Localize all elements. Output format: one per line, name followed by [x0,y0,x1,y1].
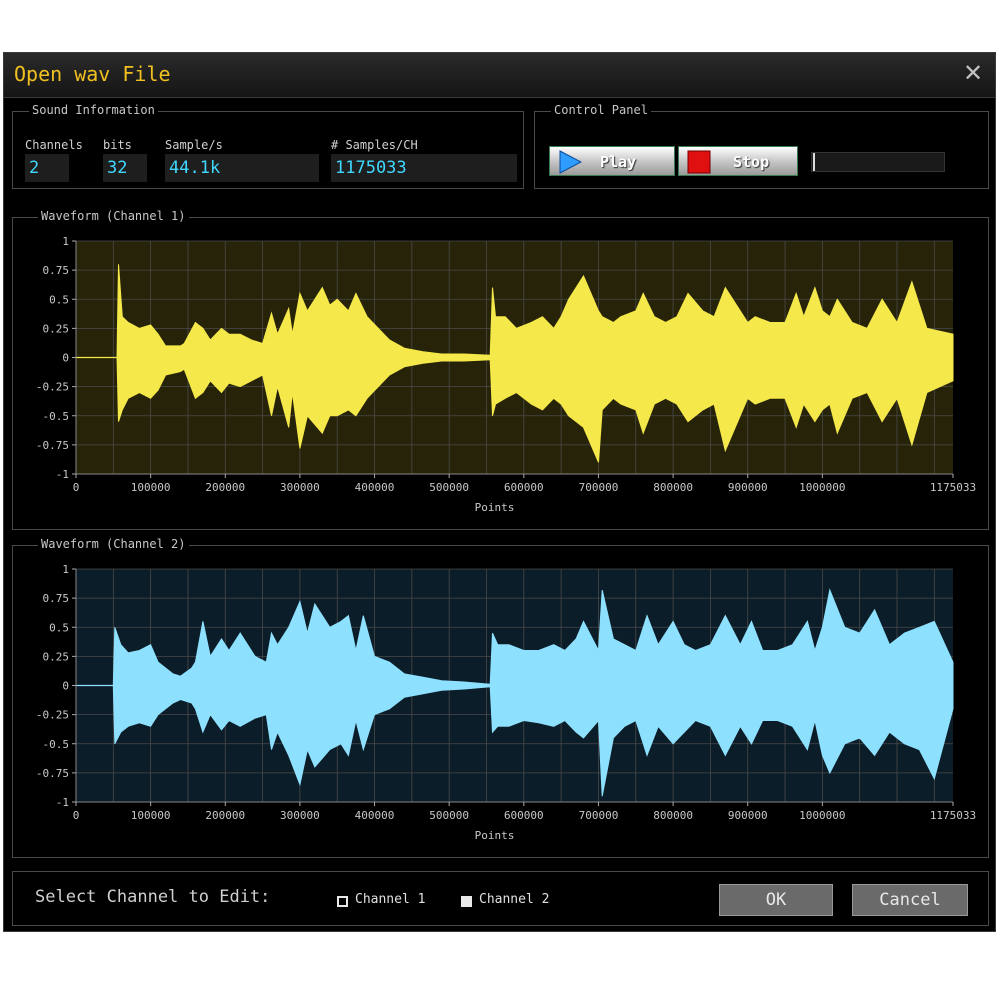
x-tick-label: 500000 [429,481,469,494]
footer-group: Select Channel to Edit: Channel 1 Channe… [12,871,989,926]
x-tick-label: 200000 [205,809,245,822]
y-tick-label: 1 [62,235,69,248]
waveform-channel-1-group: Waveform (Channel 1) 1 0.75 0.5 0.25 0 -0.25-… [12,209,989,530]
y-tick-label: -0.5 [43,738,70,751]
x-tick-label: 600000 [504,481,544,494]
x-tick-label: 900000 [728,481,768,494]
ok-button[interactable]: OK [719,884,833,916]
x-axis-label: Points [475,829,515,842]
x-tick-label: 400000 [355,809,395,822]
sample-rate-label: Sample/s [165,138,223,152]
y-tick-label: -0.25 [36,381,69,394]
x-tick-label: 100000 [131,481,171,494]
play-icon [559,150,582,174]
x-tick-label: 1000000 [799,481,845,494]
y-tick-label: 0.75 [43,264,70,277]
open-wav-dialog: Open wav File ✕ Sound Information Channe… [3,52,996,932]
x-tick-label: 700000 [579,481,619,494]
y-tick-label: 1 [62,563,69,576]
x-tick-label: 700000 [579,809,619,822]
channels-label: Channels [25,138,83,152]
samples-per-channel-field: 1175033 [331,154,517,182]
channel-2-label: Channel 2 [479,892,550,907]
sample-rate-field: 44.1k [165,154,319,182]
channel-2-checkbox[interactable] [461,896,472,907]
x-tick-label: 200000 [205,481,245,494]
x-tick-label: 1175033 [930,809,976,822]
title-bar[interactable]: Open wav File ✕ [4,53,995,98]
y-tick-label: 0.75 [43,592,70,605]
y-tick-label: -0.75 [36,439,69,452]
bits-label: bits [103,138,132,152]
bits-field: 32 [103,154,147,182]
y-tick-label: -0.75 [36,767,69,780]
playback-progress-bar[interactable] [811,152,945,172]
x-tick-label: 600000 [504,809,544,822]
x-tick-label: 800000 [653,809,693,822]
waveform-channel-1-chart[interactable]: 1 0.75 0.5 0.25 0 -0.25 -0.5 -0.75 -1 0 100000 2000… [13,218,988,529]
playback-position-marker [813,153,815,171]
y-tick-label: -1 [56,796,69,809]
close-icon[interactable]: ✕ [959,59,987,87]
x-tick-label: 0 [73,809,80,822]
y-tick-label: -0.25 [36,709,69,722]
control-panel-group: Control Panel Play Stop [534,103,989,189]
y-tick-label: -0.5 [43,410,70,423]
waveform-channel-2-chart[interactable]: 1 0.75 0.5 0.25 0 -0.25 -0.5 -0.75 -1 0 100000 2000… [13,546,988,857]
y-tick-label: 0 [62,680,69,693]
x-tick-label: 0 [73,481,80,494]
play-button[interactable]: Play [549,146,675,176]
x-tick-label: 900000 [728,809,768,822]
window-title: Open wav File [14,62,171,86]
y-tick-label: -1 [56,468,69,481]
x-tick-label: 100000 [131,809,171,822]
y-tick-label: 0.5 [49,293,69,306]
x-tick-label: 500000 [429,809,469,822]
x-axis-label: Points [475,501,515,514]
play-label: Play [600,153,637,171]
x-tick-label: 400000 [355,481,395,494]
channel-1-checkbox[interactable] [337,896,348,907]
y-tick-label: 0.25 [43,322,70,335]
control-panel-legend: Control Panel [551,103,651,117]
x-tick-label: 1000000 [799,809,845,822]
x-tick-label: 300000 [280,809,320,822]
stop-button[interactable]: Stop [678,146,798,176]
x-tick-label: 300000 [280,481,320,494]
y-tick-label: 0.5 [49,621,69,634]
samples-per-channel-label: # Samples/CH [331,138,418,152]
channel-1-label: Channel 1 [355,892,426,907]
select-channel-label: Select Channel to Edit: [35,887,271,907]
sound-information-group: Sound Information Channels bits Sample/s… [12,103,524,189]
stop-icon [687,150,711,174]
y-tick-label: 0 [62,352,69,365]
x-tick-label: 1175033 [930,481,976,494]
y-tick-label: 0.25 [43,650,70,663]
stop-label: Stop [733,153,770,171]
x-tick-label: 800000 [653,481,693,494]
channels-field: 2 [25,154,69,182]
sound-information-legend: Sound Information [29,103,158,117]
waveform-channel-2-group: Waveform (Channel 2) 1 0.75 0.5 0.25 0 -0.25-… [12,537,989,858]
cancel-button[interactable]: Cancel [852,884,968,916]
